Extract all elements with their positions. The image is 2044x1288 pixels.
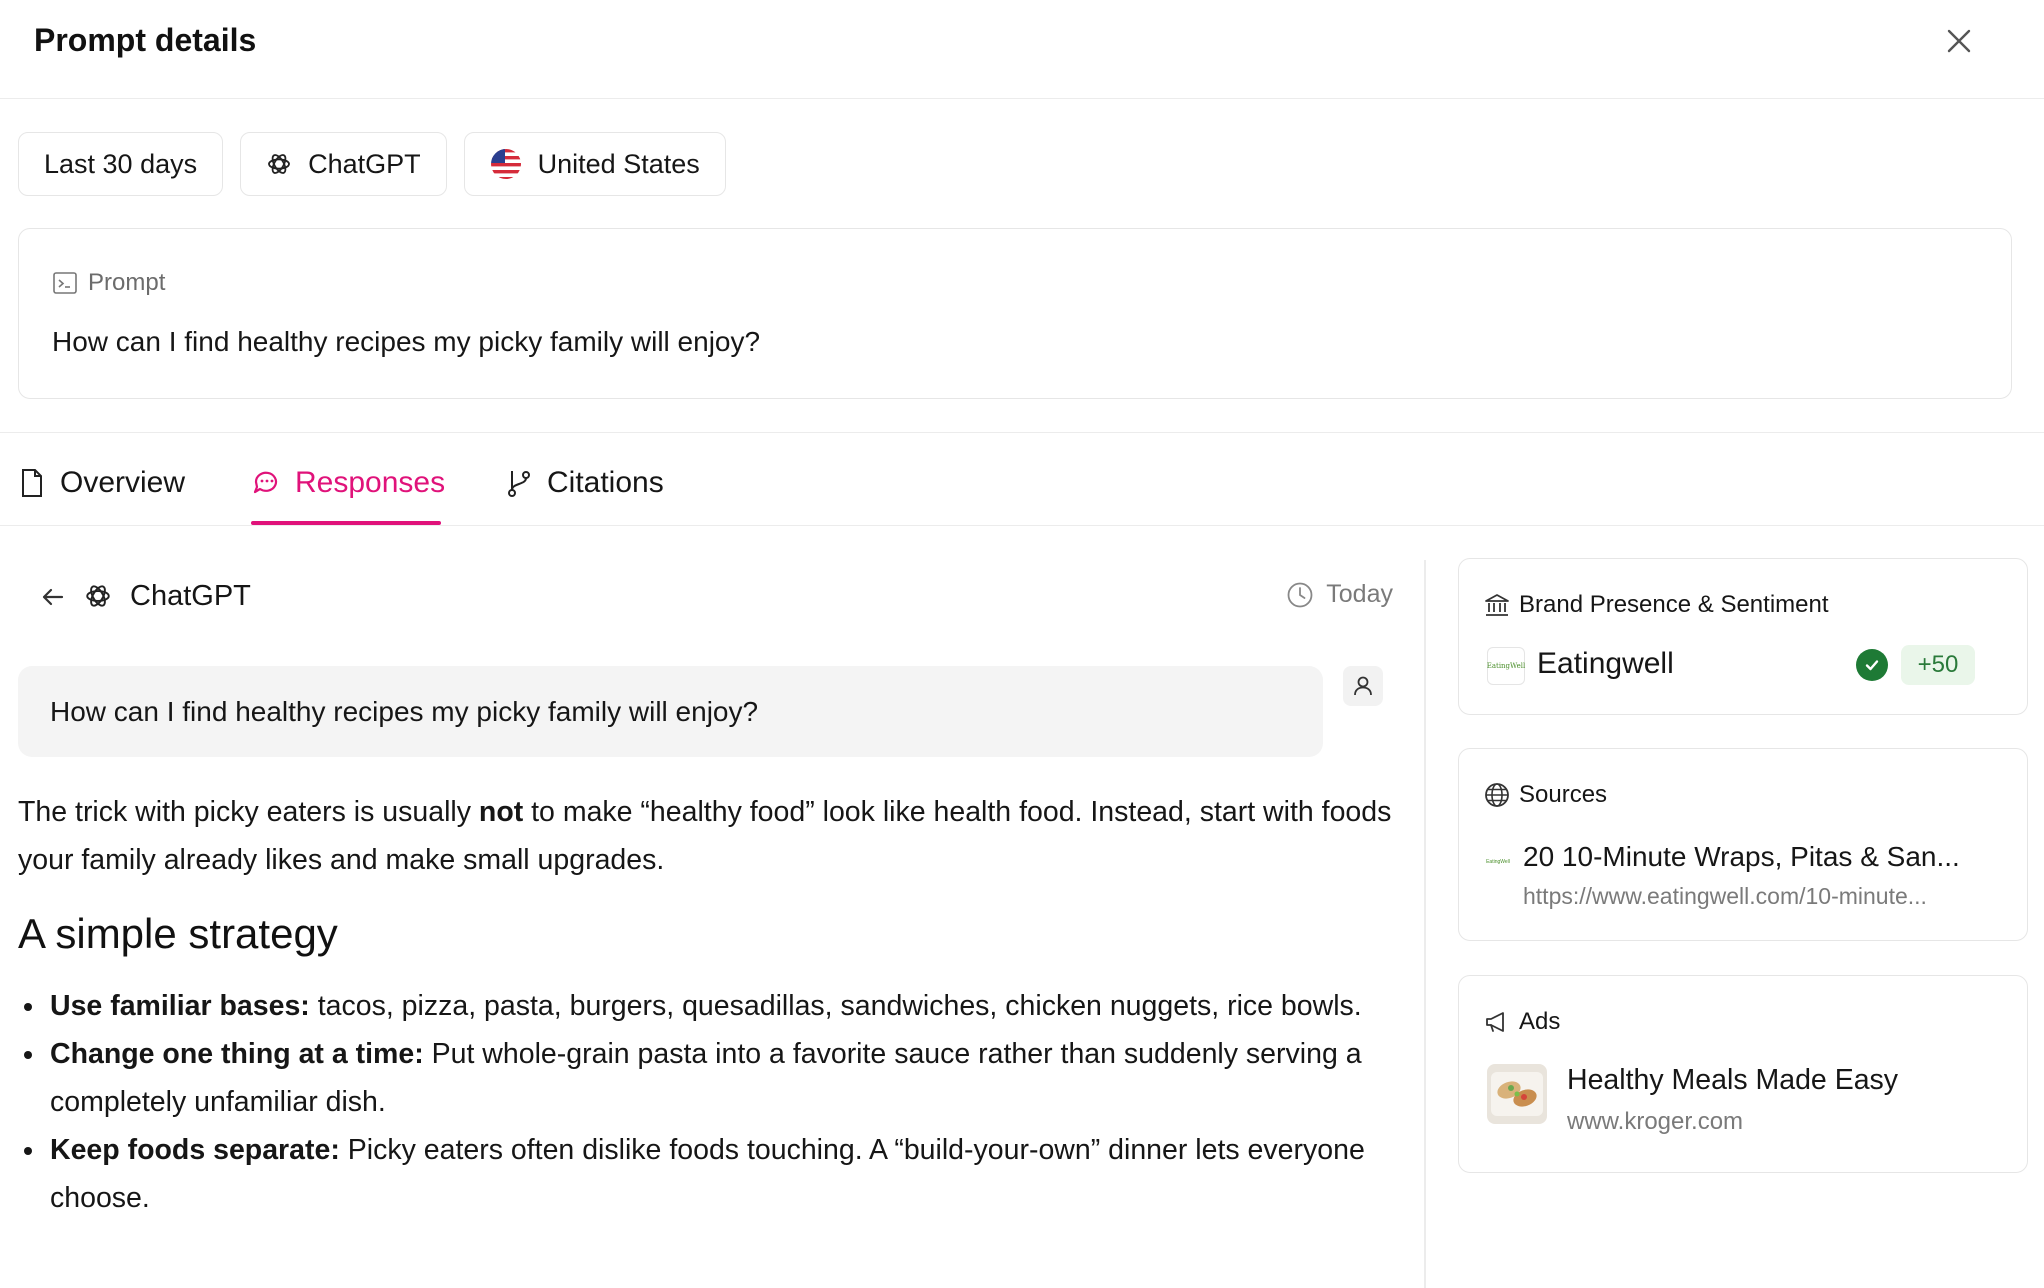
page-title: Prompt details xyxy=(34,22,257,58)
close-icon[interactable] xyxy=(1940,22,1978,60)
source-url[interactable]: https://www.eatingwell.com/10-minute... xyxy=(1523,883,1927,910)
user-icon xyxy=(1354,676,1372,696)
megaphone-icon xyxy=(1483,1008,1511,1036)
eatingwell-logo: EatingWell xyxy=(1486,859,1510,865)
active-tab-indicator xyxy=(251,521,441,525)
answer-heading: A simple strategy xyxy=(18,910,338,957)
panel-divider xyxy=(1424,560,1426,1288)
brand-presence-card: Brand Presence & Sentiment EatingWell Ea… xyxy=(1458,558,2028,715)
model-label: ChatGPT xyxy=(308,148,421,179)
tab-citations-label: Citations xyxy=(547,466,664,499)
document-icon xyxy=(18,468,46,498)
eatingwell-logo: EatingWell xyxy=(1487,647,1525,685)
brand-row[interactable]: EatingWell Eatingwell +50 xyxy=(1487,645,2003,685)
user-message-text: How can I find healthy recipes my picky … xyxy=(50,696,759,727)
sentiment-score-badge: +50 xyxy=(1901,645,1975,685)
ad-url[interactable]: www.kroger.com xyxy=(1567,1108,1743,1136)
ads-card-title-text: Ads xyxy=(1519,1008,1561,1035)
prompt-card: Prompt How can I find healthy recipes my… xyxy=(18,228,2012,399)
response-header: ChatGPT Today xyxy=(38,578,1393,618)
git-branch-icon xyxy=(505,468,533,498)
answer-intro: The trick with picky eaters is usually n… xyxy=(18,796,1392,876)
ads-card: Ads Healthy Meals Made Easy www.kroger.c… xyxy=(1458,975,2028,1173)
sources-card-title-text: Sources xyxy=(1519,781,1608,808)
list-item: Keep foods separate: Picky eaters often … xyxy=(18,1126,1396,1222)
tab-responses-label: Responses xyxy=(295,466,446,499)
prompt-label: Prompt xyxy=(52,269,165,297)
response-date: Today xyxy=(1286,580,1393,609)
tab-overview[interactable]: Overview xyxy=(18,463,185,503)
prompt-label-text: Prompt xyxy=(88,269,166,296)
arrow-left-icon[interactable] xyxy=(38,582,68,612)
response-model-name: ChatGPT xyxy=(130,580,251,612)
list-item: Use familiar bases: tacos, pizza, pasta,… xyxy=(18,982,1396,1030)
sources-card-title: Sources xyxy=(1483,781,1607,809)
user-message-bubble: How can I find healthy recipes my picky … xyxy=(18,666,1323,757)
globe-icon xyxy=(1483,781,1511,809)
response-date-label: Today xyxy=(1326,580,1393,608)
brand-card-title-text: Brand Presence & Sentiment xyxy=(1519,591,1829,618)
date-range-label: Last 30 days xyxy=(44,148,198,179)
country-filter[interactable]: United States xyxy=(463,132,726,196)
list-item: Change one thing at a time: Put whole-gr… xyxy=(18,1030,1396,1126)
bank-icon xyxy=(1483,591,1511,619)
answer-list: Use familiar bases: tacos, pizza, pasta,… xyxy=(18,982,1396,1222)
tab-bar: Overview Responses Citations xyxy=(0,432,2044,526)
openai-icon xyxy=(84,582,112,610)
tab-citations[interactable]: Citations xyxy=(505,463,664,503)
chat-bubbles-icon xyxy=(251,468,281,498)
brand-card-title: Brand Presence & Sentiment xyxy=(1483,591,1829,619)
terminal-icon xyxy=(52,270,78,296)
country-label: United States xyxy=(537,148,700,179)
source-title-link[interactable]: 20 10-Minute Wraps, Pitas & San... xyxy=(1523,841,1960,873)
check-circle-icon xyxy=(1856,649,1888,681)
brand-name: Eatingwell xyxy=(1537,647,1674,680)
model-filter[interactable]: ChatGPT xyxy=(240,132,447,196)
date-range-filter[interactable]: Last 30 days xyxy=(18,132,224,196)
us-flag-icon xyxy=(490,148,522,180)
assistant-answer: The trick with picky eaters is usually n… xyxy=(18,788,1396,1222)
ad-thumbnail-image[interactable] xyxy=(1487,1064,1547,1124)
tab-overview-label: Overview xyxy=(60,466,186,499)
user-avatar xyxy=(1343,666,1383,706)
filter-bar: Last 30 days ChatGPT United States xyxy=(18,132,726,196)
ad-title-link[interactable]: Healthy Meals Made Easy xyxy=(1567,1064,1898,1097)
sources-card: Sources EatingWell 20 10-Minute Wraps, P… xyxy=(1458,748,2028,941)
prompt-text: How can I find healthy recipes my picky … xyxy=(52,326,761,357)
clock-icon xyxy=(1286,581,1314,609)
openai-icon xyxy=(266,151,292,177)
dialog-header: Prompt details xyxy=(0,0,2044,99)
tab-responses[interactable]: Responses xyxy=(251,463,445,503)
ads-card-title: Ads xyxy=(1483,1008,1560,1036)
